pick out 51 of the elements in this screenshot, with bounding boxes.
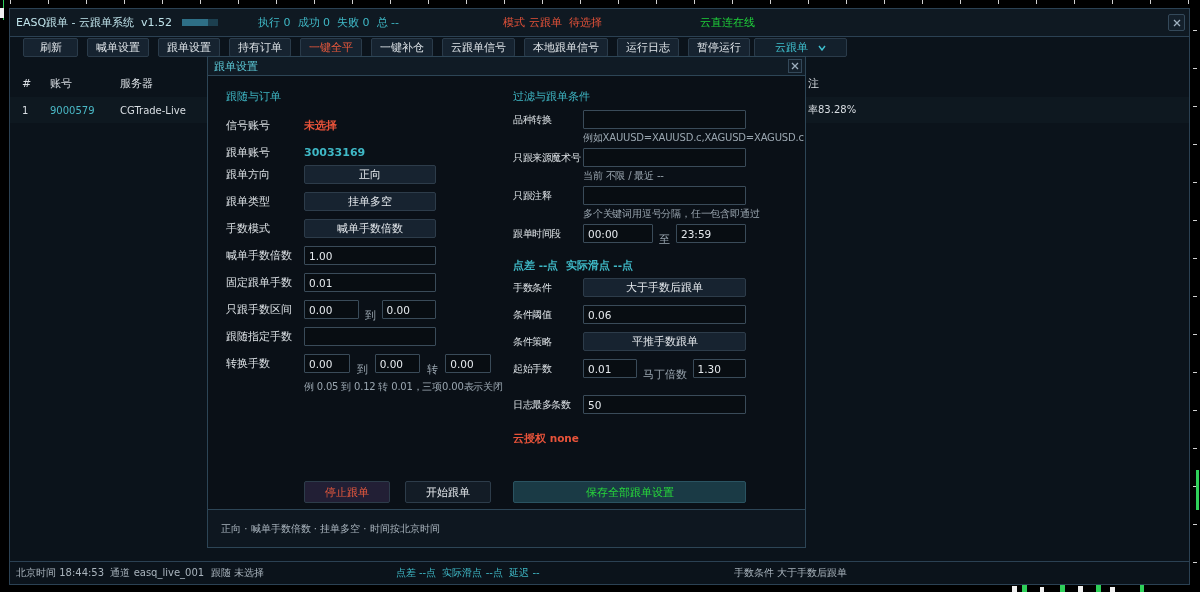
separator-text: 到 — [363, 309, 377, 321]
status-text: 北京时间 18:44:53 通道 easq_live_001 跟随 未选择 — [16, 566, 264, 580]
hint-text: 多个关键词用逗号分隔，任一包含即通过 — [582, 208, 760, 220]
field-value: 30033169 — [304, 146, 366, 159]
hint-text: 当前 不限 / 最近 -- — [582, 170, 664, 182]
field-label: 跟单类型 — [226, 194, 271, 209]
section-heading: 跟随与订单 — [226, 89, 281, 105]
status-text: 点差 --点 实际滑点 --点 — [513, 259, 634, 271]
field-label: 起始手数 — [513, 361, 553, 376]
field-label: 转换手数 — [226, 356, 271, 371]
separator-text: 转 — [426, 363, 440, 375]
hint-text: 例如XAUUSD=XAUUSD.c,XAGUSD=XAGUSD.c — [582, 132, 804, 144]
field-value: 未选择 — [304, 118, 337, 133]
table-cell-text: CGTrade-Live — [120, 104, 187, 116]
separator-text: 马丁倍数 — [641, 368, 688, 380]
connection-status: 云直连在线 — [700, 15, 756, 30]
status-text: 云授权 none — [513, 432, 579, 444]
field-label: 手数条件 — [513, 280, 553, 295]
window-title: EASQ跟单 - 云跟单系统 v1.52 — [16, 15, 173, 30]
section-heading: 过滤与跟单条件 — [513, 89, 590, 105]
field-label: 条件策略 — [513, 334, 553, 349]
field-label: 手数模式 — [226, 221, 271, 236]
column-header: 注 — [808, 75, 820, 91]
separator-text: 至 — [658, 233, 671, 245]
field-label: 跟随指定手数 — [226, 329, 293, 344]
column-header: 账号 — [50, 75, 73, 91]
separator-text: 到 — [355, 363, 369, 375]
column-header: # — [22, 76, 33, 90]
table-cell-text: 率83.28% — [808, 103, 858, 117]
table-cell-text: 1 — [22, 104, 30, 116]
field-label: 只跟注释 — [513, 188, 553, 203]
column-header: 服务器 — [120, 75, 154, 91]
field-label: 喊单手数倍数 — [226, 248, 293, 263]
status-text: 手数条件 大于手数后跟单 — [733, 566, 847, 580]
stats-text: 执行 0 成功 0 失败 0 总 -- — [258, 15, 400, 30]
hint-text: 例 0.05 到 0.12 转 0.01，三项0.00表示关闭 — [303, 381, 503, 393]
table-cell-text: 9000579 — [50, 104, 96, 116]
status-text: 点差 --点 实际滑点 --点 延迟 -- — [395, 566, 541, 580]
field-label: 固定跟单手数 — [226, 275, 293, 290]
field-label: 信号账号 — [226, 118, 271, 133]
field-label: 日志最多条数 — [513, 397, 572, 412]
field-label: 条件阈值 — [513, 307, 553, 322]
field-label: 跟单方向 — [226, 167, 271, 182]
field-label: 只跟来源魔术号 — [513, 150, 582, 165]
field-label: 跟单时间段 — [513, 226, 562, 241]
field-label: 品种转换 — [513, 112, 553, 127]
field-label: 跟单账号 — [226, 145, 271, 160]
field-label: 只跟手数区间 — [226, 302, 293, 317]
mode-text: 模式 云跟单 待选择 — [503, 15, 603, 30]
dialog-title: 跟单设置 — [214, 58, 258, 74]
footer-text: 正向 · 喊单手数倍数 · 挂单多空 · 时间按北京时间 — [221, 521, 440, 536]
